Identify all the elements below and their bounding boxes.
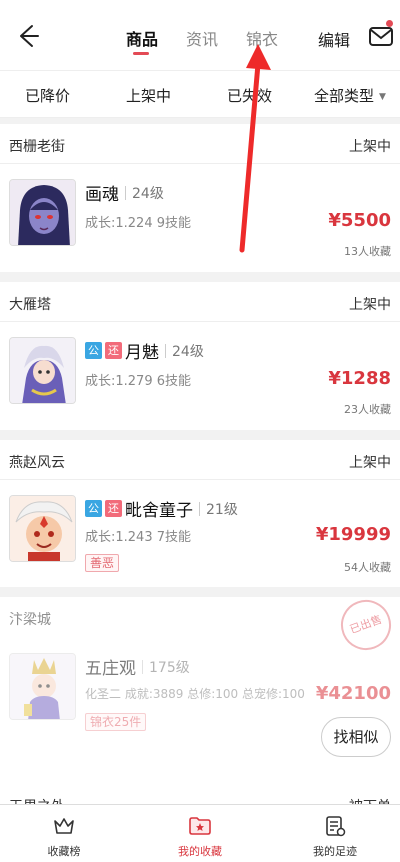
filter-expired[interactable]: 已失效: [227, 85, 272, 106]
outfit-badge: 锦衣25件: [85, 713, 147, 731]
bottom-nav-label: 收藏榜: [47, 845, 81, 858]
item-growth: 成长:1.279 6技能: [85, 374, 191, 389]
item-title-row: 公 还 月魅 24级: [85, 338, 204, 363]
item-price: ¥5500: [328, 210, 391, 231]
tab-news[interactable]: 资讯: [186, 26, 218, 50]
item-title-row: 画魂 24级: [85, 180, 164, 205]
avatar: [9, 179, 76, 246]
avatar: [9, 653, 76, 720]
item-name: 五庄观: [85, 659, 136, 679]
divider: [199, 501, 200, 516]
top-nav: 商品 资讯 锦衣 编辑: [0, 0, 400, 70]
item-title-row: 公 还 毗舍童子 21级: [85, 496, 238, 521]
active-tab-indicator: [133, 52, 149, 55]
list-item[interactable]: 西栅老街 上架中 画魂 24级 成长:1.224 9技能 ¥5500 13人收藏: [0, 124, 400, 272]
avatar: [9, 337, 76, 404]
crown-icon: [54, 818, 74, 834]
server-name: 西栅老街: [9, 139, 65, 155]
list-item[interactable]: 大雁塔 上架中 公 还 月魅 24级 成长:1.279 6技能 ¥1288 23…: [0, 282, 400, 430]
status-label: 上架中: [349, 139, 391, 155]
favorite-count: 23人收藏: [344, 403, 391, 416]
tab-outfit[interactable]: 锦衣: [246, 26, 278, 50]
divider: [125, 185, 126, 200]
bottom-nav-label: 我的收藏: [178, 845, 222, 858]
bottom-nav: 收藏榜 我的收藏 我的足迹: [0, 804, 400, 862]
favorite-count: 13人收藏: [344, 245, 391, 258]
filter-type-label: 全部类型: [314, 87, 375, 105]
item-growth: 成长:1.243 7技能: [85, 530, 191, 545]
favorite-count: 54人收藏: [344, 561, 391, 574]
back-arrow-icon[interactable]: [12, 20, 44, 52]
status-label: 上架中: [349, 297, 391, 313]
filter-price-dropped[interactable]: 已降价: [25, 85, 70, 106]
filter-type-dropdown[interactable]: 全部类型 ▼: [314, 85, 386, 106]
bottom-nav-favorites-rank[interactable]: 收藏榜: [24, 805, 104, 862]
list-item[interactable]: 燕赵风云 上架中 公 还 毗舍童子 21级 成长:1.243 7技能 ¥1999…: [0, 440, 400, 587]
karma-badge: 善恶: [85, 554, 120, 572]
footprint-list-icon: [326, 816, 346, 837]
avatar: [9, 495, 76, 562]
tag-return: 还: [105, 342, 122, 359]
item-name: 月魅: [125, 343, 159, 363]
item-name: 毗舍童子: [125, 501, 193, 521]
tag-return: 还: [105, 500, 122, 517]
item-price: ¥1288: [328, 368, 391, 389]
bottom-nav-my-favorites[interactable]: 我的收藏: [160, 805, 240, 862]
dropdown-caret-icon: ▼: [379, 92, 386, 102]
tag-public: 公: [85, 500, 102, 517]
filter-bar: 已降价 上架中 已失效 全部类型 ▼: [0, 70, 400, 118]
item-price: ¥19999: [315, 524, 391, 545]
item-price: ¥42100: [315, 683, 391, 704]
divider: [142, 659, 143, 674]
filter-on-sale[interactable]: 上架中: [126, 85, 171, 106]
item-level: 24级: [132, 185, 164, 202]
server-name: 大雁塔: [9, 297, 51, 313]
card-header: 西栅老街 上架中: [0, 124, 400, 164]
status-label: 上架中: [349, 455, 391, 471]
item-growth: 成长:1.224 9技能: [85, 216, 191, 231]
tab-goods[interactable]: 商品: [126, 26, 158, 50]
tag-public: 公: [85, 342, 102, 359]
item-name: 画魂: [85, 185, 119, 205]
find-similar-button[interactable]: 找相似: [321, 717, 391, 757]
bottom-nav-label: 我的足迹: [313, 845, 357, 858]
item-level: 21级: [206, 501, 238, 518]
item-growth: 化圣二 成就:3889 总修:100 总宠修:100: [85, 687, 305, 701]
divider: [165, 343, 166, 358]
card-header: 汴梁城: [0, 597, 400, 637]
edit-button[interactable]: 编辑: [318, 27, 350, 51]
notification-dot: [386, 20, 393, 27]
card-header: 大雁塔 上架中: [0, 282, 400, 322]
server-name: 汴梁城: [9, 612, 51, 628]
card-header: 燕赵风云 上架中: [0, 440, 400, 480]
item-level: 24级: [172, 343, 204, 360]
item-level: 175级: [149, 659, 190, 676]
server-name: 燕赵风云: [9, 455, 65, 471]
folder-star-icon: [189, 817, 211, 835]
bottom-nav-my-footprint[interactable]: 我的足迹: [295, 805, 375, 862]
item-title-row: 五庄观 175级: [85, 654, 190, 679]
